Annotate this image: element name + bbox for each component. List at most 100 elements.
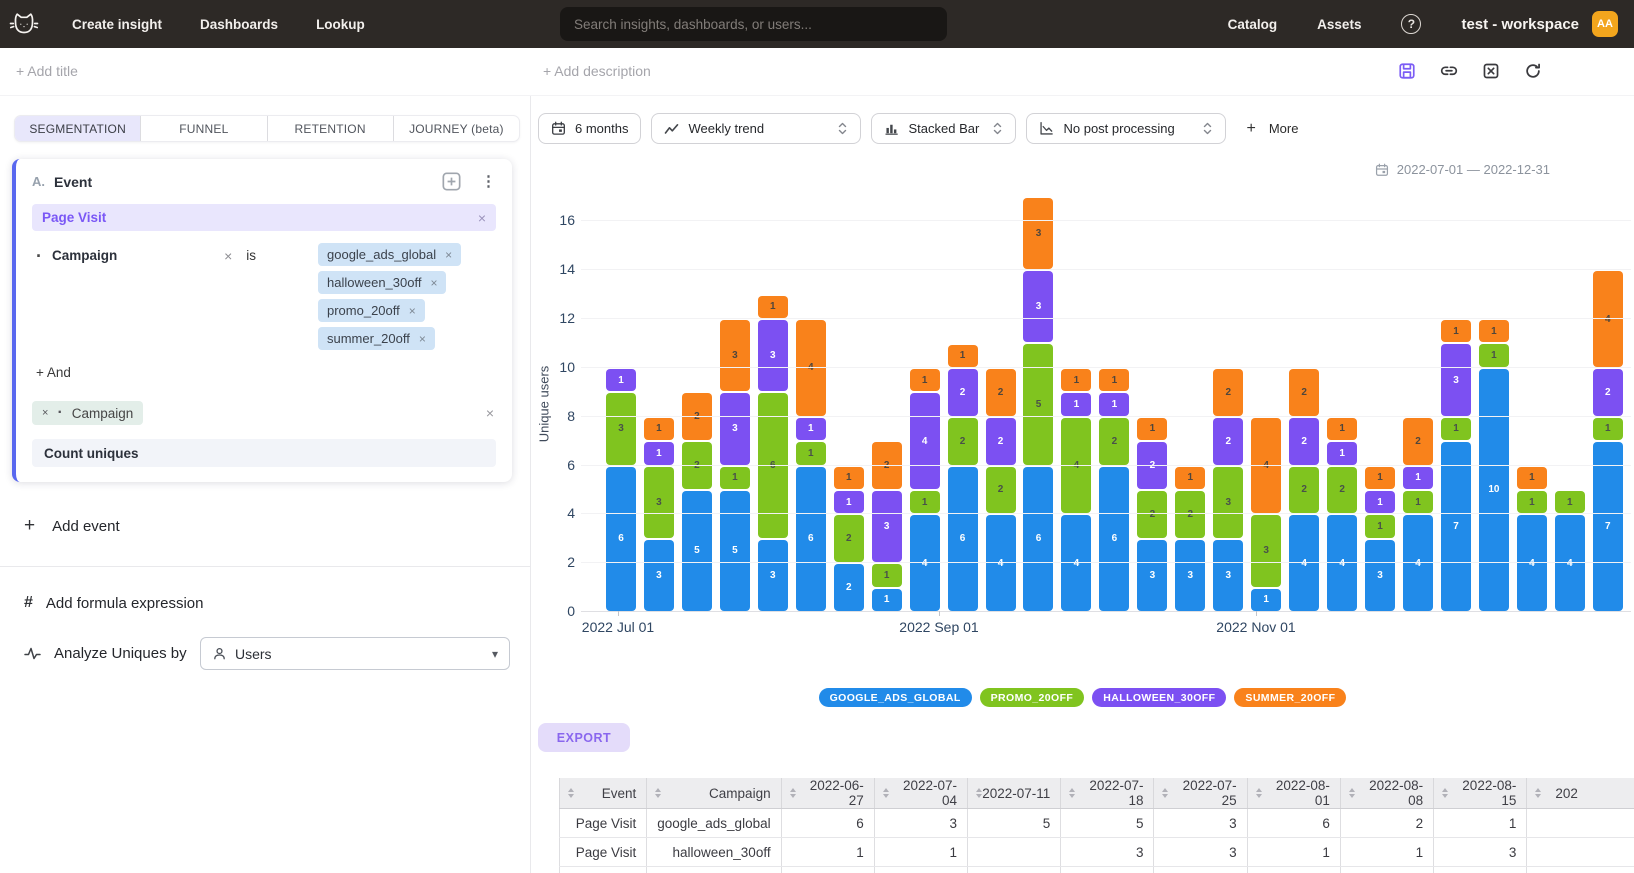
copy-link-button[interactable] (1440, 62, 1458, 80)
event-menu-button[interactable]: ⋮ (481, 174, 496, 189)
filter-value-tag[interactable]: halloween_30off× (318, 271, 446, 294)
bar-segment: 1 (910, 369, 940, 391)
remove-value-icon[interactable]: × (430, 276, 437, 290)
bar-segment: 3 (644, 467, 674, 538)
add-description-field[interactable]: + Add description (543, 63, 651, 79)
remove-event-icon[interactable]: × (478, 210, 486, 226)
add-filter-button[interactable] (442, 172, 461, 191)
avatar[interactable]: AA (1592, 11, 1618, 37)
bar-segment: 2 (834, 515, 864, 562)
sort-icon[interactable] (1535, 788, 1541, 798)
add-and-condition[interactable]: + And (36, 365, 91, 380)
nav-item-catalog[interactable]: Catalog (1228, 17, 1278, 32)
date-preset-button[interactable]: 6 months (538, 113, 641, 144)
cat-logo-icon (9, 11, 39, 38)
table-cell: 6 (781, 809, 874, 838)
analyze-by-select[interactable]: Users ▾ (200, 637, 510, 670)
add-event-label: Add event (52, 518, 120, 535)
search-input[interactable] (560, 7, 947, 41)
table-header-cell[interactable]: 2022-07-18 (1061, 778, 1154, 809)
legend-chip-promo_20off[interactable]: PROMO_20OFF (980, 688, 1085, 707)
bar-segment: 3 (1023, 271, 1053, 342)
bar-2022-12-26: 7124 (1593, 269, 1623, 611)
tab-journey-beta-[interactable]: JOURNEY (beta) (393, 116, 519, 141)
bar-segment: 1 (1555, 491, 1585, 513)
legend-chip-summer_20off[interactable]: SUMMER_20OFF (1234, 688, 1346, 707)
table-header-cell[interactable]: 2022-08-08 (1340, 778, 1433, 809)
bar-segment: 2 (1289, 467, 1319, 514)
filter-operator[interactable]: is (246, 248, 256, 263)
legend-chip-google_ads_global[interactable]: GOOGLE_ADS_GLOBAL (819, 688, 972, 707)
results-table: EventCampaign 2022-06-27 2022-07-04 2022-07… (559, 778, 1634, 873)
app-logo[interactable] (9, 11, 39, 38)
event-name[interactable]: Page Visit (42, 210, 106, 225)
tab-segmentation[interactable]: SEGMENTATION (15, 116, 140, 141)
table-header-cell[interactable]: 2022-08-15 (1434, 778, 1527, 809)
table-header-cell[interactable]: 2022-06-27 (781, 778, 874, 809)
sort-icon[interactable] (976, 788, 982, 798)
table-header-cell[interactable]: Campaign (647, 778, 781, 809)
refresh-button[interactable] (1524, 62, 1542, 80)
clear-breakdown-icon[interactable]: × (486, 405, 494, 421)
nav-item-lookup[interactable]: Lookup (316, 17, 365, 32)
remove-value-icon[interactable]: × (409, 304, 416, 318)
remove-value-icon[interactable]: × (445, 248, 452, 262)
trend-select[interactable]: Weekly trend (651, 113, 861, 144)
bar-segment: 1 (1517, 467, 1547, 489)
tab-funnel[interactable]: FUNNEL (140, 116, 266, 141)
add-title-field[interactable]: + Add title (16, 63, 78, 79)
nav-item-assets[interactable]: Assets (1317, 17, 1361, 32)
tab-retention[interactable]: RETENTION (267, 116, 393, 141)
save-button[interactable] (1398, 62, 1416, 80)
filter-value-tag[interactable]: google_ads_global× (318, 243, 461, 266)
sort-up-arrow (568, 788, 574, 792)
chevron-down-icon: ▾ (492, 647, 498, 661)
header-cell-content: 2022-06-27 (790, 778, 864, 808)
workspace-group[interactable]: test - workspace AA (1461, 11, 1618, 37)
sort-icon[interactable] (655, 788, 661, 798)
bar-segment: 1 (1441, 320, 1471, 342)
help-icon[interactable]: ? (1401, 14, 1421, 34)
nav-item-create-insight[interactable]: Create insight (72, 17, 162, 32)
filter-value-tag[interactable]: summer_20off× (318, 327, 435, 350)
table-header-cell[interactable]: 2022-07-04 (874, 778, 967, 809)
insight-title-bar: + Add title + Add description (0, 48, 1634, 96)
breakdown-row: × · Campaign × (32, 401, 496, 425)
bar-segment: 3 (606, 393, 636, 464)
breakdown-chip[interactable]: × · Campaign (32, 401, 143, 425)
remove-breakdown-icon[interactable]: × (42, 407, 48, 419)
chart-type-select[interactable]: Stacked Bar (871, 113, 1016, 144)
table-header-cell[interactable]: 2022-07-25 (1154, 778, 1247, 809)
filter-property[interactable]: Campaign (52, 248, 117, 263)
table-header-cell[interactable]: Event (560, 778, 647, 809)
chart-legend: GOOGLE_ADS_GLOBAL PROMO_20OFF HALLOWEEN_30… (531, 688, 1634, 707)
column-label: 2022-08-15 (1448, 778, 1516, 808)
nav-item-dashboards[interactable]: Dashboards (200, 17, 278, 32)
clear-button[interactable] (1482, 62, 1500, 80)
legend-chip-halloween_30off[interactable]: HALLOWEEN_30OFF (1092, 688, 1226, 707)
x-axis-label: 2022 Jul 01 (582, 619, 654, 635)
add-event-button[interactable]: + Add event (24, 515, 164, 537)
query-tabs: SEGMENTATIONFUNNELRETENTIONJOURNEY (beta… (14, 115, 520, 142)
table-cell (1154, 867, 1247, 873)
event-name-row[interactable]: Page Visit × (32, 204, 496, 231)
more-button[interactable]: + More (1236, 120, 1308, 138)
remove-filter-icon[interactable]: × (224, 248, 232, 264)
remove-value-icon[interactable]: × (419, 332, 426, 346)
more-label: More (1269, 121, 1299, 136)
sort-icon[interactable] (568, 788, 574, 798)
table-header-cell[interactable]: 2022-07-11 (968, 778, 1061, 809)
aggregation-row[interactable]: Count uniques (32, 439, 496, 467)
table-cell: 5 (1061, 809, 1154, 838)
bar-segment: 2 (1327, 467, 1357, 514)
table-header-cell[interactable]: 202 (1527, 778, 1634, 809)
table-header-cell[interactable]: 2022-08-01 (1247, 778, 1340, 809)
add-formula-button[interactable]: # Add formula expression (24, 594, 254, 612)
post-processing-select[interactable]: No post processing (1026, 113, 1226, 144)
filter-value-tag[interactable]: promo_20off× (318, 299, 425, 322)
export-button[interactable]: EXPORT (538, 723, 630, 752)
column-label: 2022-07-04 (889, 778, 957, 808)
table-cell (874, 867, 967, 873)
bar-segment: 1 (1099, 393, 1129, 415)
trend-value: Weekly trend (688, 121, 764, 136)
